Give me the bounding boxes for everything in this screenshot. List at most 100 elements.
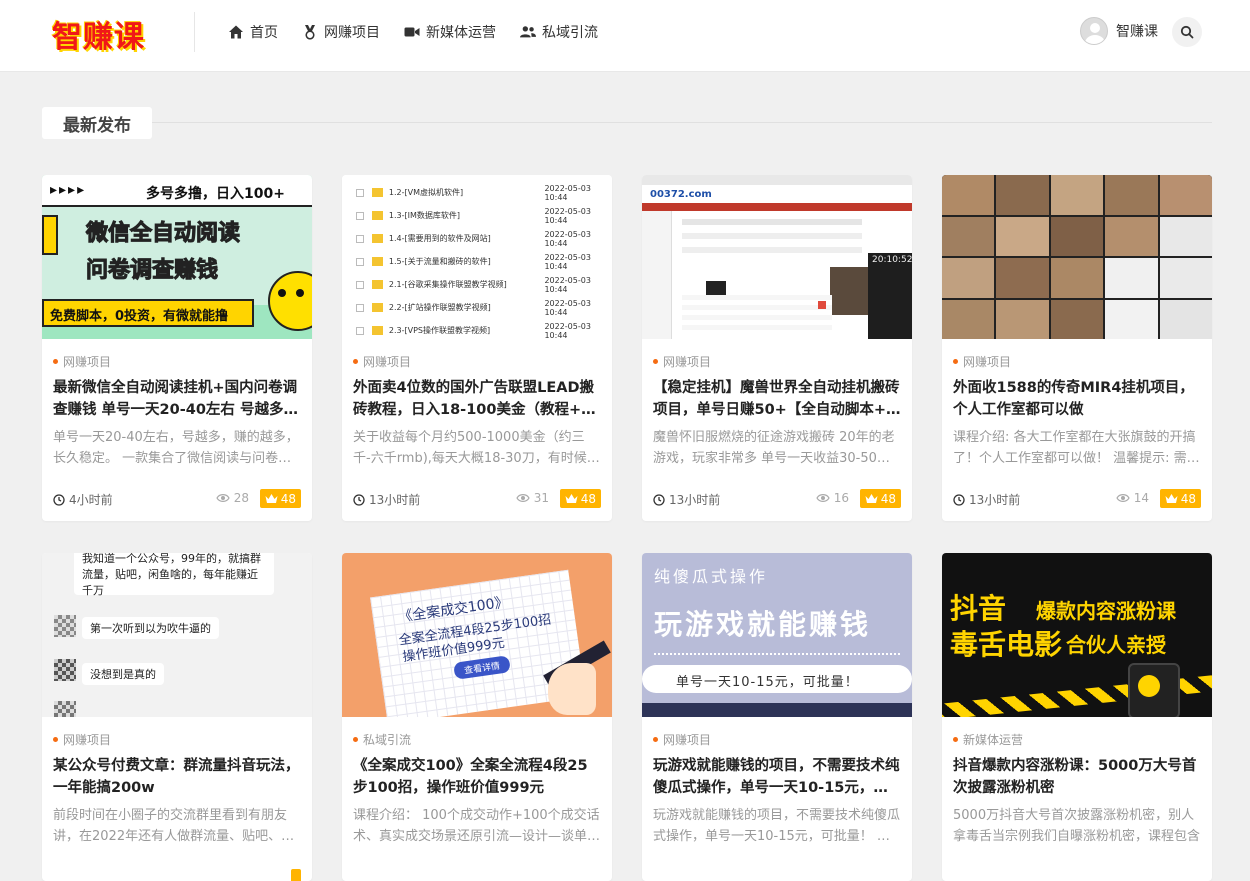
nav-item-siyu[interactable]: 私域引流 xyxy=(520,22,598,42)
post-card[interactable]: ▸▸▸▸ 多号多撸，日入100+ 微信全自动阅读 问卷调查赚钱 免费脚本，0投资… xyxy=(42,175,312,521)
post-excerpt: 关于收益每个月约500-1000美金（约三千-六千rmb),每天大概18-30刀… xyxy=(353,430,600,466)
main-nav: 首页 网赚项目 新媒体运营 私域引流 xyxy=(228,22,598,42)
post-excerpt: 玩游戏就能赚钱的项目，不需要技术纯傻瓜式操作，单号一天10-15元，可批量！ 优… xyxy=(653,808,901,844)
post-thumbnail[interactable]: 1.2-[VM虚拟机软件] 2022-05-03 10:44 1.3-[IM数据库… xyxy=(342,175,612,339)
post-category[interactable]: 新媒体运营 xyxy=(953,731,1023,748)
post-title[interactable]: 某公众号付费文章：群流量抖音玩法，一年能搞200w xyxy=(53,755,301,799)
post-time-text: 4小时前 xyxy=(69,493,113,507)
post-category[interactable]: 网赚项目 xyxy=(953,353,1011,370)
post-card[interactable]: 《全案成交100》 全案全流程4段25步100招 操作班价值999元 查看详情 … xyxy=(342,553,612,881)
thumb-text: 纯傻瓜式操作 xyxy=(654,567,769,586)
post-category[interactable]: 私域引流 xyxy=(353,731,411,748)
search-icon xyxy=(1180,25,1194,39)
category-dot xyxy=(953,359,958,364)
file-row: 1.5-[关于流量和搬砖的软件] 2022-05-03 10:44 xyxy=(342,250,612,273)
thumb-text: 没想到是真的 xyxy=(82,663,164,685)
user-menu[interactable]: 智赚课 xyxy=(1080,17,1158,45)
thumb-text: 爆款内容涨粉课 xyxy=(1036,599,1176,623)
category-label[interactable]: 网赚项目 xyxy=(663,353,711,370)
thumb-text: 多号多撸，日入100+ xyxy=(146,186,285,202)
post-card[interactable]: 00372.com 20:10:52 网赚项目 【稳定挂机】魔兽世界全自动挂机搬… xyxy=(642,175,912,521)
eye-icon xyxy=(1116,494,1130,502)
category-dot xyxy=(653,359,658,364)
post-excerpt: 魔兽怀旧服燃烧的征途游戏搬砖 20年的老游戏，玩家非常多 单号一天收益30-50… xyxy=(653,430,895,466)
header-divider xyxy=(194,12,195,52)
site-logo[interactable]: 智赚课 xyxy=(52,12,145,56)
price-value: 48 xyxy=(880,491,896,506)
file-row: 1.3-[IM数据库软件] 2022-05-03 10:44 xyxy=(342,204,612,227)
post-time-text: 13小时前 xyxy=(669,493,721,507)
post-title[interactable]: 外面卖4位数的国外广告联盟LEAD搬砖教程，日入18-100美金（教程+工具） xyxy=(353,377,601,421)
nav-item-xinmeiti[interactable]: 新媒体运营 xyxy=(404,22,496,42)
nav-item-label: 网赚项目 xyxy=(324,25,380,41)
post-thumbnail[interactable]: 《全案成交100》 全案全流程4段25步100招 操作班价值999元 查看详情 xyxy=(342,553,612,717)
post-card[interactable]: 抖音 爆款内容涨粉课 毒舌电影 合伙人亲授 新媒体运营 抖音爆款内容涨粉课：50… xyxy=(942,553,1212,881)
category-label[interactable]: 网赚项目 xyxy=(63,353,111,370)
users-icon xyxy=(520,26,536,38)
site-header: 智赚课 首页 网赚项目 新媒体运营 私域引流 智赚课 xyxy=(0,0,1250,72)
post-title[interactable]: 外面收1588的传奇MIR4挂机项目，个人工作室都可以做 xyxy=(953,377,1201,421)
post-time: 13小时前 xyxy=(653,491,720,508)
nav-item-wangzhuan[interactable]: 网赚项目 xyxy=(302,22,380,42)
category-label[interactable]: 网赚项目 xyxy=(663,731,711,748)
post-thumbnail[interactable]: ▸▸▸▸ 多号多撸，日入100+ 微信全自动阅读 问卷调查赚钱 免费脚本，0投资… xyxy=(42,175,312,339)
post-category[interactable]: 网赚项目 xyxy=(653,353,711,370)
category-dot xyxy=(353,737,358,742)
category-label[interactable]: 新媒体运营 xyxy=(963,731,1023,748)
post-category[interactable]: 网赚项目 xyxy=(353,353,411,370)
eye-icon xyxy=(516,494,530,502)
file-list: 1.2-[VM虚拟机软件] 2022-05-03 10:44 1.3-[IM数据库… xyxy=(342,175,612,339)
post-thumbnail[interactable]: 00372.com 20:10:52 xyxy=(642,175,912,339)
post-card[interactable]: 纯傻瓜式操作 玩游戏就能赚钱 单号一天10-15元，可批量！ 网赚项目 玩游戏就… xyxy=(642,553,912,881)
post-card[interactable]: 网赚项目 外面收1588的传奇MIR4挂机项目，个人工作室都可以做 课程介绍: … xyxy=(942,175,1212,521)
post-thumbnail[interactable]: 纯傻瓜式操作 玩游戏就能赚钱 单号一天10-15元，可批量！ xyxy=(642,553,912,717)
post-category[interactable]: 网赚项目 xyxy=(53,731,111,748)
post-thumbnail[interactable] xyxy=(942,175,1212,339)
post-thumbnail[interactable]: 我知道一个公众号，99年的，就搞群流量，贴吧，闲鱼啥的，每年能赚近千万 第一次听… xyxy=(42,553,312,717)
post-category[interactable]: 网赚项目 xyxy=(653,731,711,748)
category-label[interactable]: 网赚项目 xyxy=(963,353,1011,370)
home-icon xyxy=(229,25,243,39)
post-card[interactable]: 我知道一个公众号，99年的，就搞群流量，贴吧，闲鱼啥的，每年能赚近千万 第一次听… xyxy=(42,553,312,881)
category-label[interactable]: 网赚项目 xyxy=(63,731,111,748)
post-meta: 4小时前 28 48 xyxy=(53,489,301,509)
nav-item-home[interactable]: 首页 xyxy=(228,22,278,42)
post-card[interactable]: 1.2-[VM虚拟机软件] 2022-05-03 10:44 1.3-[IM数据库… xyxy=(342,175,612,521)
avatar[interactable] xyxy=(1080,17,1108,45)
post-views: 28 xyxy=(216,491,249,505)
post-title[interactable]: 最新微信全自动阅读挂机+国内问卷调查赚钱 单号一天20-40左右 号越多赚的越多 xyxy=(53,377,301,421)
post-thumbnail[interactable]: 抖音 爆款内容涨粉课 毒舌电影 合伙人亲授 xyxy=(942,553,1212,717)
file-row: 1.4-[需要用到的软件及网站] 2022-05-03 10:44 xyxy=(342,227,612,250)
post-meta xyxy=(53,867,301,881)
category-dot xyxy=(653,737,658,742)
category-dot xyxy=(53,359,58,364)
crown-icon xyxy=(565,494,578,503)
crown-icon xyxy=(265,494,278,503)
thumb-text: 20:10:52 xyxy=(872,255,912,265)
post-title[interactable]: 玩游戏就能赚钱的项目，不需要技术纯傻瓜式操作，单号一天10-15元，可批量 xyxy=(653,755,901,799)
file-row: 2.1-[谷歌采集操作联盟教学视频] 2022-05-03 10:44 xyxy=(342,273,612,296)
search-button[interactable] xyxy=(1172,17,1202,47)
category-label[interactable]: 网赚项目 xyxy=(363,353,411,370)
post-title[interactable]: 《全案成交100》全案全流程4段25步100招，操作班价值999元 xyxy=(353,755,601,799)
post-views: 16 xyxy=(816,491,849,505)
category-label[interactable]: 私域引流 xyxy=(363,731,411,748)
post-views-count: 14 xyxy=(1133,491,1149,505)
post-views-count: 28 xyxy=(233,491,249,505)
thumb-text: 抖音 xyxy=(950,592,1007,625)
clock-icon xyxy=(953,493,965,506)
thumb-text: 微信全自动阅读 xyxy=(85,221,241,247)
post-views-count: 31 xyxy=(533,491,549,505)
post-views: 14 xyxy=(1116,491,1149,505)
post-title[interactable]: 抖音爆款内容涨粉课：5000万大号首次披露涨粉机密 xyxy=(953,755,1201,799)
post-time-text: 13小时前 xyxy=(369,493,421,507)
price-badge: 48 xyxy=(259,489,301,508)
user-name[interactable]: 智赚课 xyxy=(1116,21,1158,41)
nav-item-label: 首页 xyxy=(250,25,278,41)
thumb-text: 我知道一个公众号，99年的，就搞群流量，贴吧，闲鱼啥的，每年能赚近千万 xyxy=(74,553,274,597)
post-views-count: 16 xyxy=(833,491,849,505)
post-meta: 13小时前 16 48 xyxy=(653,489,901,509)
post-title[interactable]: 【稳定挂机】魔兽世界全自动挂机搬砖项目，单号日赚50+【全自动脚本+详细教程】 xyxy=(653,377,901,421)
post-category[interactable]: 网赚项目 xyxy=(53,353,111,370)
clock-icon xyxy=(653,493,665,506)
